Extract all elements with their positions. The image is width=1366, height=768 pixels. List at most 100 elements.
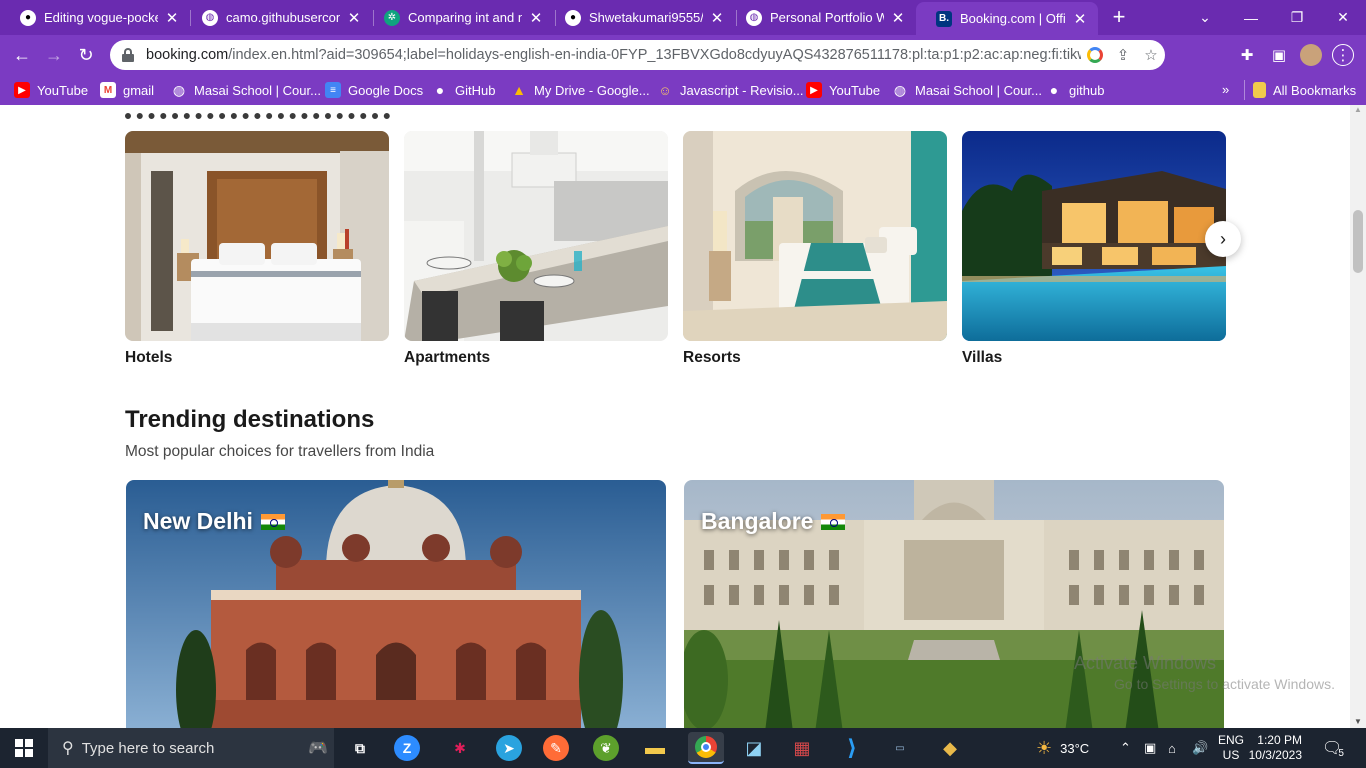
property-card-apartments[interactable]: Apartments xyxy=(404,131,668,367)
bookmark-label: Masai School | Cour... xyxy=(915,82,1042,98)
close-icon[interactable]: ✕ xyxy=(890,9,906,27)
tab-comparing-int[interactable]: ✲ Comparing int and nu ✕ xyxy=(364,0,554,35)
share-icon[interactable]: ⇪ xyxy=(1109,41,1137,69)
reload-button[interactable]: ↻ xyxy=(74,43,98,67)
meet-now-icon[interactable]: ▣ xyxy=(1144,728,1156,768)
bookmark-label: Masai School | Cour... xyxy=(194,82,321,98)
zoom-app-icon[interactable]: Z xyxy=(394,735,420,761)
address-bar[interactable]: booking.com/index.en.html?aid=309654;lab… xyxy=(110,40,1165,70)
lock-icon[interactable] xyxy=(122,48,134,62)
winrar-app-icon[interactable]: ▦ xyxy=(786,732,818,764)
property-card-hotels[interactable]: Hotels xyxy=(125,131,389,367)
task-view-icon[interactable]: ⧉ xyxy=(344,732,376,764)
globe-icon: ◍ xyxy=(893,81,907,98)
vscode-app-icon[interactable]: ⟩ xyxy=(836,732,868,764)
new-tab-button[interactable]: + xyxy=(1108,4,1130,30)
scroll-up-arrow[interactable]: ▲ xyxy=(1354,105,1362,114)
clock[interactable]: 1:20 PM 10/3/2023 xyxy=(1249,728,1302,768)
all-bookmarks-button[interactable]: All Bookmarks xyxy=(1253,82,1356,98)
property-type-label[interactable]: Villas xyxy=(962,349,1226,367)
minimize-button[interactable]: — xyxy=(1228,0,1274,35)
apartments-image[interactable] xyxy=(404,131,668,341)
close-icon[interactable]: ✕ xyxy=(528,9,544,27)
github-icon: ● xyxy=(435,82,445,98)
browser-toolbar: ← → ↻ booking.com/index.en.html?aid=3096… xyxy=(0,35,1366,75)
bookmarks-overflow-button[interactable]: » xyxy=(1222,82,1229,97)
bookmark-google-docs[interactable]: ≡ Google Docs xyxy=(325,82,423,98)
menu-icon[interactable]: ⋮ xyxy=(1332,44,1354,66)
google-lens-icon[interactable] xyxy=(1081,41,1109,69)
scroll-down-arrow[interactable]: ▼ xyxy=(1354,717,1362,726)
tab-shwetakumari[interactable]: ● Shwetakumari9555/S ✕ xyxy=(545,0,735,35)
profile-avatar[interactable] xyxy=(1300,44,1322,66)
postman-app-icon[interactable]: ✎ xyxy=(543,735,569,761)
close-icon[interactable]: ✕ xyxy=(709,9,725,27)
bookmark-github-2[interactable]: ● github xyxy=(1046,82,1105,98)
extensions-icon[interactable]: ✚ xyxy=(1236,44,1258,66)
bookmark-gmail[interactable]: M gmail xyxy=(100,82,154,98)
show-hidden-icons[interactable]: ⌃ xyxy=(1120,728,1131,768)
tab-editing-vogue-pocket[interactable]: ● Editing vogue-pocket ✕ xyxy=(0,0,190,35)
network-icon[interactable]: ⌂ xyxy=(1168,728,1176,768)
scrollbar-thumb[interactable] xyxy=(1353,210,1363,273)
volume-icon[interactable]: 🔊 xyxy=(1192,728,1208,768)
region-code: US xyxy=(1222,748,1240,762)
mysql-app-icon[interactable]: ▭ xyxy=(884,732,916,764)
tab-personal-portfolio[interactable]: ◍ Personal Portfolio We ✕ xyxy=(726,0,916,35)
close-icon[interactable]: ✕ xyxy=(164,9,180,27)
restore-button[interactable]: ❐ xyxy=(1274,0,1320,35)
search-illustration-icon: 🎮 xyxy=(308,740,328,757)
bookmark-youtube-2[interactable]: ▶ YouTube xyxy=(806,82,880,98)
bookmarks-divider xyxy=(1244,80,1245,100)
carousel-next-button[interactable]: › xyxy=(1205,221,1241,257)
notification-count: 5 xyxy=(1338,747,1344,759)
bookmark-javascript-revision[interactable]: ☺ Javascript - Revisio... xyxy=(657,82,803,98)
close-icon[interactable]: ✕ xyxy=(1072,10,1088,28)
weather-widget[interactable]: ☀ 33°C xyxy=(1036,728,1089,768)
resorts-image[interactable] xyxy=(683,131,947,341)
back-button[interactable]: ← xyxy=(10,43,34,67)
activate-windows-subtitle: Go to Settings to activate Windows. xyxy=(1114,676,1335,692)
bookmark-youtube[interactable]: ▶ YouTube xyxy=(14,82,88,98)
bookmark-my-drive[interactable]: ▲ My Drive - Google... xyxy=(511,82,650,98)
bookmark-label: YouTube xyxy=(37,82,89,98)
bookmark-github[interactable]: ● GitHub xyxy=(432,82,496,98)
page-content: Hotels Apartments Resorts Villas › Trend… xyxy=(0,105,1350,728)
forward-button[interactable]: → xyxy=(42,43,66,67)
page-scrollbar[interactable]: ▲ ▼ xyxy=(1350,105,1366,728)
bookmark-masai-school-2[interactable]: ◍ Masai School | Cour... xyxy=(892,82,1042,98)
start-button[interactable] xyxy=(0,728,48,768)
property-card-resorts[interactable]: Resorts xyxy=(683,131,947,367)
bookmark-masai-school[interactable]: ◍ Masai School | Cour... xyxy=(171,82,321,98)
property-type-label[interactable]: Resorts xyxy=(683,349,947,367)
input-language[interactable]: ENG US xyxy=(1218,728,1244,768)
destination-card-new-delhi[interactable]: New Delhi xyxy=(126,480,666,728)
bookmark-star-icon[interactable]: ☆ xyxy=(1137,41,1165,69)
file-explorer-icon[interactable]: ▬ xyxy=(639,732,671,764)
notes-app-icon[interactable]: ◪ xyxy=(738,732,770,764)
bookmark-label: My Drive - Google... xyxy=(534,82,650,98)
taskbar-search-box[interactable]: ⚲ Type here to search 🎮 xyxy=(48,728,334,768)
property-card-villas[interactable]: Villas xyxy=(962,131,1226,367)
slack-app-icon[interactable]: ✱ xyxy=(444,732,476,764)
tab-booking[interactable]: B. Booking.com | Officia ✕ xyxy=(916,2,1098,35)
resort-room-illustration xyxy=(683,131,947,341)
spring-tool-app-icon[interactable]: ❦ xyxy=(593,735,619,761)
villas-image[interactable] xyxy=(962,131,1226,341)
property-type-label[interactable]: Hotels xyxy=(125,349,389,367)
bookmarks-bar: ▶ YouTube M gmail ◍ Masai School | Cour.… xyxy=(0,75,1366,105)
bookmark-label: gmail xyxy=(123,82,155,98)
chrome-app-icon[interactable] xyxy=(688,732,724,764)
side-panel-icon[interactable]: ▣ xyxy=(1268,44,1290,66)
close-icon[interactable]: ✕ xyxy=(346,9,362,27)
close-window-button[interactable]: ✕ xyxy=(1320,0,1366,35)
villa-pool-illustration xyxy=(962,131,1226,341)
tab-search-icon[interactable]: ⌄ xyxy=(1182,0,1228,35)
telegram-app-icon[interactable]: ➤ xyxy=(496,735,522,761)
dev-tool-app-icon[interactable]: ◆ xyxy=(934,732,966,764)
property-type-label[interactable]: Apartments xyxy=(404,349,668,367)
tab-camo-githubusercontent[interactable]: ◍ camo.githubusercont ✕ xyxy=(182,0,372,35)
bookmark-label: github xyxy=(1069,82,1105,98)
hotels-image[interactable] xyxy=(125,131,389,341)
notification-center-button[interactable]: 🗨 5 xyxy=(1322,728,1344,768)
